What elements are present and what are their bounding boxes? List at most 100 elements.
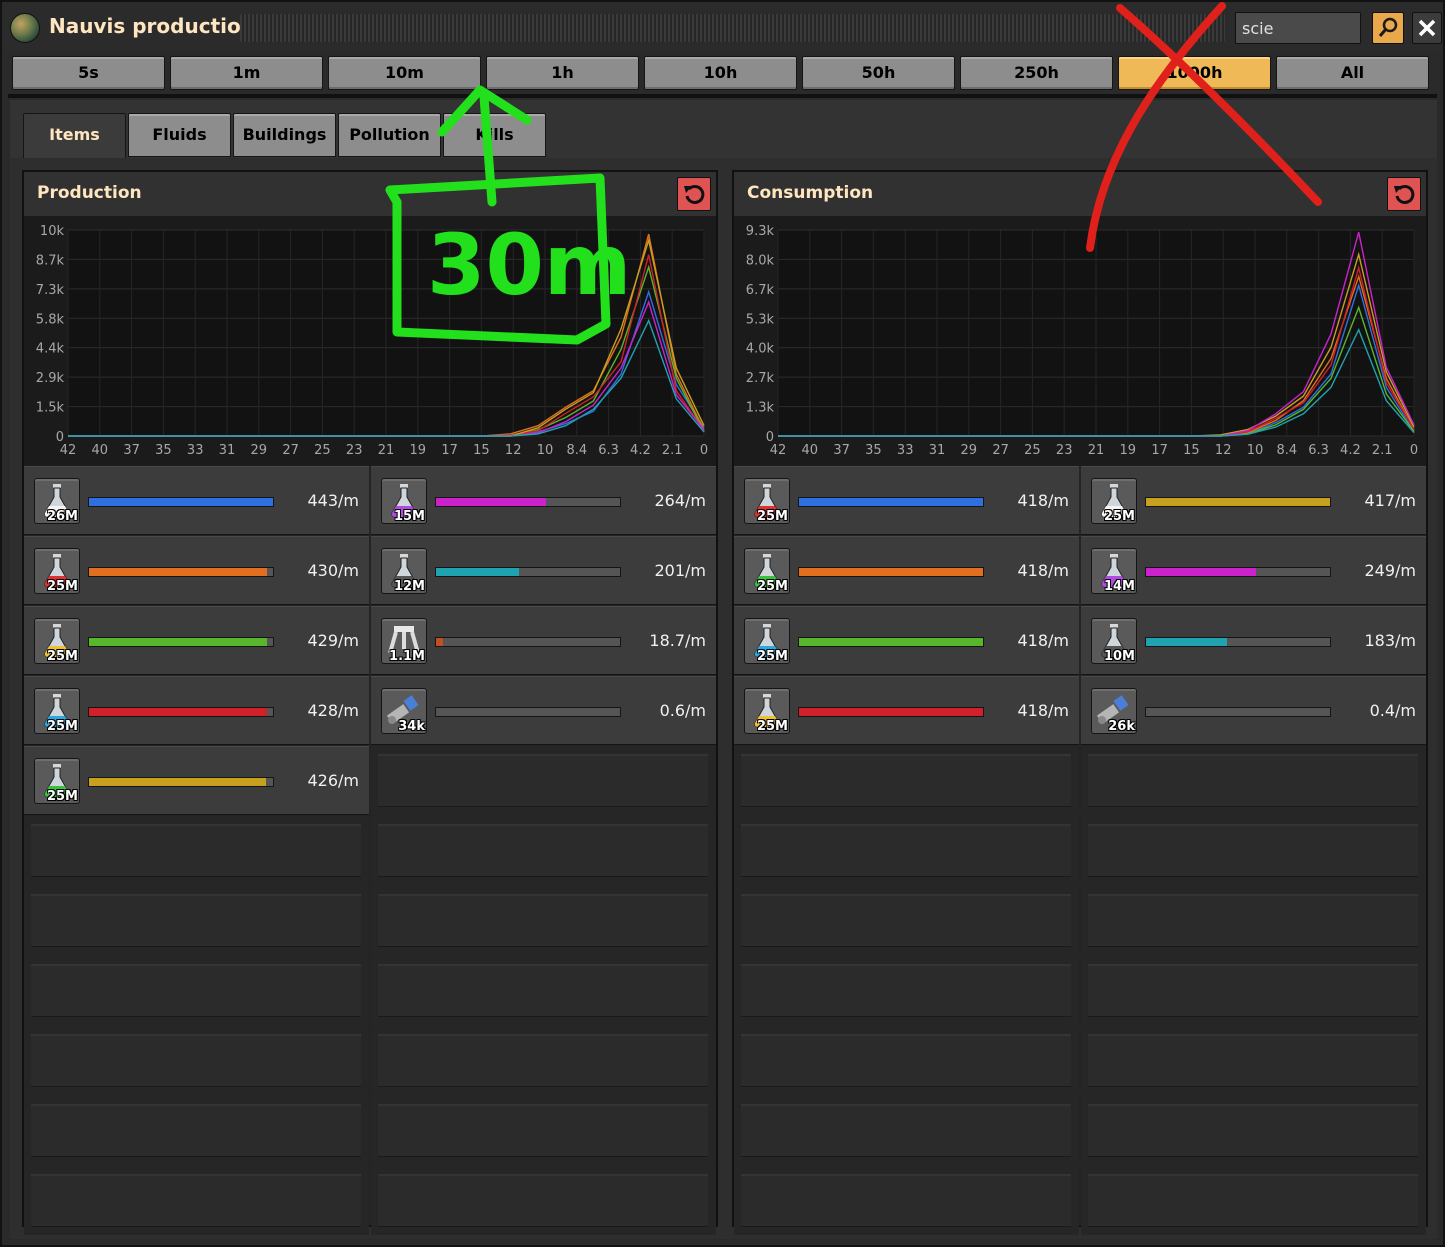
rate-bar [88,637,274,647]
tab-pollution[interactable]: Pollution [338,113,441,157]
black-science-pack-icon[interactable]: 12M [381,548,427,594]
x-tick-label: 25 [1024,443,1041,458]
list-item[interactable]: 34k 0.6/m [371,676,716,745]
item-count: 25M [756,649,788,664]
rate-bar-fill [799,498,983,506]
rate-bar-fill [1146,568,1257,576]
y-tick-label: 2.9k [36,371,65,386]
green-science-pack-icon[interactable]: 25M [744,548,790,594]
drag-handle[interactable] [240,14,1225,42]
empty-slot-inner [741,894,1071,947]
list-item[interactable]: 26M 443/m [24,466,369,535]
time-button-250h[interactable]: 250h [960,56,1113,90]
black-science-pack-icon[interactable]: 10M [1091,618,1137,664]
list-item[interactable]: 25M 418/m [734,536,1079,605]
empty-list-slot [734,1166,1079,1235]
production-chart-svg: 10k 8.7k 7.3k 5.8k 4.4k 2.9k 1.5k 0 42 40 37 35 33 31… [36,224,708,458]
x-tick-label: 6.3 [598,443,619,458]
purple-science-pack-icon[interactable]: 15M [381,478,427,524]
satellite-icon[interactable]: 34k [381,688,427,734]
rate-bar-fill [799,638,983,646]
consumption-reset-button[interactable] [1387,177,1421,211]
list-item[interactable]: 25M 418/m [734,466,1079,535]
empty-list-slot [371,956,716,1025]
satellite-icon[interactable]: 26k [1091,688,1137,734]
divider [8,94,1437,98]
time-button-10h[interactable]: 10h [644,56,797,90]
x-tick-label: 25 [314,443,331,458]
time-button-10m[interactable]: 10m [328,56,481,90]
list-item[interactable]: 14M 249/m [1081,536,1426,605]
x-tick-label: 21 [1088,443,1105,458]
production-reset-button[interactable] [677,177,711,211]
y-tick-label: 6.7k [746,283,775,298]
list-item[interactable]: 10M 183/m [1081,606,1426,675]
y-tick-label: 5.3k [746,312,775,327]
purple-science-pack-icon[interactable]: 14M [1091,548,1137,594]
tab-fluids[interactable]: Fluids [128,113,231,157]
empty-slot-inner [378,1034,708,1087]
list-item[interactable]: 25M 418/m [734,676,1079,745]
rate-bar-fill [89,708,268,716]
empty-list-slot [371,886,716,955]
list-item[interactable]: 12M 201/m [371,536,716,605]
empty-slot-inner [1088,1034,1418,1087]
search-button[interactable] [1372,12,1404,44]
item-rate: 418/m [1017,561,1069,580]
yellow-science-pack-icon[interactable]: 25M [744,688,790,734]
tab-items[interactable]: Items [23,113,126,159]
list-item[interactable]: 25M 429/m [24,606,369,675]
item-rate: 201/m [654,561,706,580]
close-icon [1418,19,1436,37]
list-item[interactable]: 25M 426/m [24,746,369,815]
time-button-5s[interactable]: 5s [12,56,165,90]
lab-icon[interactable]: 1.1M [381,618,427,664]
production-chart[interactable]: 10k 8.7k 7.3k 5.8k 4.4k 2.9k 1.5k 0 42 40 37 35 33 31… [24,216,716,466]
list-item[interactable]: 26k 0.4/m [1081,676,1426,745]
item-rate: 183/m [1364,631,1416,650]
search-input[interactable] [1235,12,1361,44]
red-science-pack-icon[interactable]: 25M [744,478,790,524]
list-item[interactable]: 25M 417/m [1081,466,1426,535]
time-button-all[interactable]: All [1276,56,1429,90]
white-science-pack-icon[interactable]: 26M [34,478,80,524]
yellow-science-pack-icon[interactable]: 25M [34,618,80,664]
y-tick-label: 4.0k [746,342,775,357]
list-item[interactable]: 1.1M 18.7/m [371,606,716,675]
time-button-1h[interactable]: 1h [486,56,639,90]
white-science-pack-icon[interactable]: 25M [1091,478,1137,524]
green-science-pack-icon[interactable]: 25M [34,758,80,804]
x-tick-label: 10 [1247,443,1264,458]
rate-bar-fill [1146,498,1330,506]
rate-bar [435,567,621,577]
x-tick-label: 29 [251,443,268,458]
rate-bar [1145,637,1331,647]
list-item[interactable]: 25M 418/m [734,606,1079,675]
window-title: Nauvis production [49,14,255,38]
list-item[interactable]: 25M 430/m [24,536,369,605]
time-button-50h[interactable]: 50h [802,56,955,90]
rate-bar [1145,497,1331,507]
list-item[interactable]: 25M 428/m [24,676,369,745]
item-count: 25M [756,579,788,594]
blue-science-pack-icon[interactable]: 25M [34,688,80,734]
red-science-pack-icon[interactable]: 25M [34,548,80,594]
blue-science-pack-icon[interactable]: 25M [744,618,790,664]
empty-list-slot [24,816,369,885]
y-tick-label: 9.3k [746,224,775,239]
x-tick-label: 4.2 [630,443,651,458]
item-rate: 430/m [307,561,359,580]
time-button-1000h[interactable]: 1000h [1118,56,1271,90]
item-count: 25M [46,719,78,734]
consumption-chart[interactable]: 9.3k 8.0k 6.7k 5.3k 4.0k 2.7k 1.3k 0 42 40 37 35 33 3… [734,216,1426,466]
list-item[interactable]: 15M 264/m [371,466,716,535]
close-button[interactable] [1412,12,1442,44]
title-bar[interactable]: Nauvis production [2,2,1443,52]
tab-kills[interactable]: Kills [443,113,546,157]
rate-bar [798,637,984,647]
time-button-1m[interactable]: 1m [170,56,323,90]
tab-buildings[interactable]: Buildings [233,113,336,157]
empty-list-slot [734,886,1079,955]
item-count: 25M [46,649,78,664]
x-tick-label: 8.4 [566,443,587,458]
